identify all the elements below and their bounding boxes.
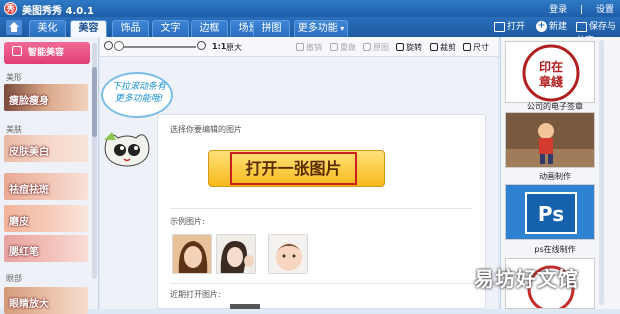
open-image-card xyxy=(157,114,486,309)
stamp-text-top: 印在 xyxy=(539,59,563,74)
stamp-caption[interactable]: 公司的电子签章 xyxy=(500,101,610,112)
redo-label: 重做 xyxy=(340,43,356,52)
title-bar: 秀 美图秀秀 4.0.1 登录 | 设置 xyxy=(0,0,620,17)
hint-bubble-text: 下拉滚动条有更多功能哦! xyxy=(111,82,166,104)
skin-whiten-tool[interactable]: 皮肤美白 xyxy=(4,135,88,162)
folder-icon xyxy=(494,21,505,32)
slim-face-tool[interactable]: 瘦脸瘦身 xyxy=(4,84,88,111)
select-image-label: 选择你要编辑的图片 xyxy=(170,125,242,134)
blush-brush-label: 腮红笔 xyxy=(9,247,39,258)
stamp-tile[interactable]: 印在 章綫 xyxy=(505,41,595,103)
save-icon xyxy=(576,21,587,32)
sample-image-2[interactable] xyxy=(216,234,256,274)
redo-icon xyxy=(330,43,338,51)
original-image-icon xyxy=(363,43,371,51)
new-button[interactable]: + 新建 xyxy=(536,20,567,34)
soften-skin-tool[interactable]: 磨皮 xyxy=(4,205,88,232)
settings-link[interactable]: 设置 xyxy=(596,5,614,15)
sample-image-1[interactable] xyxy=(172,234,212,274)
plus-icon: + xyxy=(536,21,547,32)
tab-beautify[interactable]: 美化 xyxy=(29,20,66,37)
zoom-out-icon[interactable] xyxy=(104,41,113,50)
rotate-button[interactable]: 旋转 xyxy=(396,42,422,53)
eye-enlarge-tool[interactable]: 眼睛放大 xyxy=(4,287,88,314)
sample-images-label: 示例图片: xyxy=(170,217,205,226)
mascot-icon xyxy=(104,132,150,167)
zoom-slider[interactable] xyxy=(118,46,196,48)
ai-beauty-button[interactable]: 智能美容 xyxy=(4,42,90,64)
recent-image-1[interactable] xyxy=(230,304,260,309)
rotate-icon xyxy=(396,43,404,51)
section-skin: 美肤 xyxy=(6,125,22,134)
main-tab-bar: 美化 美容 饰品 文字 边框 场景 拼图 更多功能 打开 +新建 保存与分享 xyxy=(0,17,620,46)
sample-image-3[interactable] xyxy=(268,234,308,274)
undo-icon xyxy=(296,43,304,51)
tab-text[interactable]: 文字 xyxy=(152,20,189,37)
soften-skin-label: 磨皮 xyxy=(9,217,29,228)
size-button[interactable]: 尺寸 xyxy=(463,42,489,53)
open-image-button-label[interactable]: 打开一张图片 xyxy=(230,152,357,185)
zoom-slider-thumb[interactable] xyxy=(114,41,124,51)
stamp-text-bottom: 章綫 xyxy=(539,74,563,89)
crop-icon xyxy=(430,43,438,51)
login-link[interactable]: 登录 xyxy=(549,5,567,15)
card-divider xyxy=(170,208,473,209)
acne-removal-tool[interactable]: 祛痘祛斑 xyxy=(4,173,88,200)
left-panel: 智能美容 美形 瘦脸瘦身 美肤 皮肤美白 祛痘祛斑 磨皮 腮红笔 眼部 眼睛放大 xyxy=(0,37,99,314)
animation-tile[interactable] xyxy=(505,112,595,168)
section-shape: 美形 xyxy=(6,73,22,82)
ai-beauty-label: 智能美容 xyxy=(28,48,65,58)
original-image-button[interactable]: 原图 xyxy=(363,42,389,53)
eye-enlarge-label: 眼睛放大 xyxy=(9,299,49,310)
slim-face-label: 瘦脸瘦身 xyxy=(9,96,49,107)
resize-icon xyxy=(463,43,471,51)
card-divider-2 xyxy=(170,283,473,284)
app-title: 美图秀秀 4.0.1 xyxy=(22,6,94,17)
open-button[interactable]: 打开 xyxy=(494,20,525,34)
app-logo-icon: 秀 xyxy=(4,2,17,15)
animation-caption[interactable]: 动画制作 xyxy=(500,171,610,182)
new-label: 新建 xyxy=(549,22,568,32)
right-scrollbar[interactable] xyxy=(599,40,604,305)
tab-border[interactable]: 边框 xyxy=(191,20,228,37)
original-size-button[interactable]: 原大 xyxy=(226,42,242,53)
left-scrollbar-thumb[interactable] xyxy=(92,67,97,137)
rotate-label: 旋转 xyxy=(406,43,422,52)
open-label: 打开 xyxy=(507,22,526,32)
crop-label: 裁剪 xyxy=(440,43,456,52)
undo-button[interactable]: 撤销 xyxy=(296,42,322,53)
tab-accessories[interactable]: 饰品 xyxy=(112,20,149,37)
title-divider: | xyxy=(580,5,584,15)
blush-brush-tool[interactable]: 腮红笔 xyxy=(4,235,88,262)
redo-button[interactable]: 重做 xyxy=(330,42,356,53)
tab-beauty[interactable]: 美容 xyxy=(70,20,107,37)
magic-icon xyxy=(12,46,22,56)
title-right: 登录 | 设置 xyxy=(539,2,614,15)
original-image-label: 原图 xyxy=(373,43,389,52)
tab-collage[interactable]: 拼图 xyxy=(253,20,290,37)
watermark-text: 易坊好文馆 xyxy=(474,267,579,291)
tab-more[interactable]: 更多功能 xyxy=(294,20,348,37)
section-eye: 眼部 xyxy=(6,274,22,283)
acne-removal-label: 祛痘祛斑 xyxy=(9,185,49,196)
size-label: 尺寸 xyxy=(473,43,489,52)
skin-whiten-label: 皮肤美白 xyxy=(9,147,49,158)
recent-images-label: 近期打开图片: xyxy=(170,290,221,299)
zoom-in-icon[interactable] xyxy=(197,41,206,50)
undo-label: 撤销 xyxy=(306,43,322,52)
ratio-button[interactable]: 1:1 xyxy=(212,42,226,51)
ps-caption[interactable]: ps在线制作 xyxy=(500,244,610,255)
home-icon[interactable] xyxy=(6,20,22,35)
crop-button[interactable]: 裁剪 xyxy=(430,42,456,53)
ps-tile[interactable]: Ps xyxy=(505,184,595,240)
ps-text: Ps xyxy=(538,202,564,226)
